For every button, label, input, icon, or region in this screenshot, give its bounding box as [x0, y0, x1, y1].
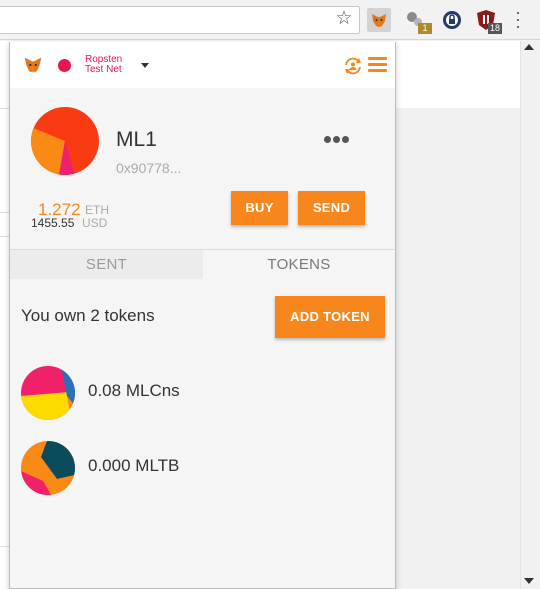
token-symbol: MLTB	[135, 456, 180, 475]
lock-shield-icon	[443, 11, 461, 29]
more-options-icon[interactable]	[324, 130, 352, 143]
browser-toolbar: ☆ 1 18 · · ·	[0, 0, 540, 40]
metamask-logo-icon[interactable]	[22, 54, 44, 76]
extension-1-badge: 1	[418, 23, 432, 34]
token-count-text: You own 2 tokens	[21, 306, 155, 325]
token-identicon	[21, 366, 75, 420]
metamask-popup: Ropsten Test Net ML1 0x90778... 1.272 ET…	[9, 42, 396, 589]
tab-tokens[interactable]: TOKENS	[203, 250, 395, 280]
tab-sent[interactable]: SENT	[10, 250, 203, 280]
account-address[interactable]: 0x90778...	[116, 160, 181, 176]
switch-account-icon[interactable]	[343, 56, 363, 76]
popup-header: Ropsten Test Net	[10, 42, 395, 88]
network-selector[interactable]: Ropsten Test Net	[85, 55, 145, 75]
token-identicon	[21, 441, 75, 495]
add-token-button[interactable]: ADD TOKEN	[275, 296, 385, 338]
activity-tabs: SENT TOKENS	[10, 249, 395, 280]
bookmark-star-icon[interactable]: ☆	[334, 9, 354, 29]
browser-menu-icon[interactable]: · · ·	[510, 3, 526, 35]
scroll-up-arrow-icon[interactable]	[524, 44, 534, 50]
token-amount: 0.08	[88, 381, 122, 400]
hamburger-menu-icon[interactable]	[368, 57, 387, 73]
token-list-item[interactable]: 0.08 MLCns	[21, 366, 381, 420]
account-name[interactable]: ML1	[116, 128, 157, 152]
address-bar[interactable]	[0, 6, 360, 34]
token-list-item[interactable]: 0.000 MLTB	[21, 441, 381, 495]
token-balance: 0.000 MLTB	[88, 456, 179, 476]
fox-icon	[372, 14, 386, 27]
eth-balance-unit: ETH	[85, 203, 109, 217]
network-status-dot[interactable]	[58, 59, 71, 72]
metamask-extension-button[interactable]	[367, 8, 391, 32]
extension-button-3[interactable]: 18	[474, 8, 502, 34]
send-button[interactable]: SEND	[298, 191, 365, 225]
extension-button-2[interactable]	[440, 8, 464, 32]
extension-3-badge: 18	[487, 23, 502, 34]
network-dropdown-caret-icon[interactable]	[141, 63, 149, 68]
buy-button[interactable]: BUY	[231, 191, 288, 225]
token-symbol: MLCns	[125, 381, 180, 400]
page-side-band	[395, 108, 520, 589]
network-name-line2: Test Net	[85, 64, 122, 75]
account-identicon[interactable]	[31, 107, 99, 175]
token-balance: 0.08 MLCns	[88, 381, 180, 401]
page-scrollbar[interactable]	[520, 41, 540, 589]
extension-button-1[interactable]: 1	[404, 8, 432, 34]
usd-balance-unit: USD	[82, 216, 108, 230]
usd-balance-value: 1455.55	[31, 216, 75, 230]
scroll-down-arrow-icon[interactable]	[524, 578, 534, 584]
token-amount: 0.000	[88, 456, 131, 475]
